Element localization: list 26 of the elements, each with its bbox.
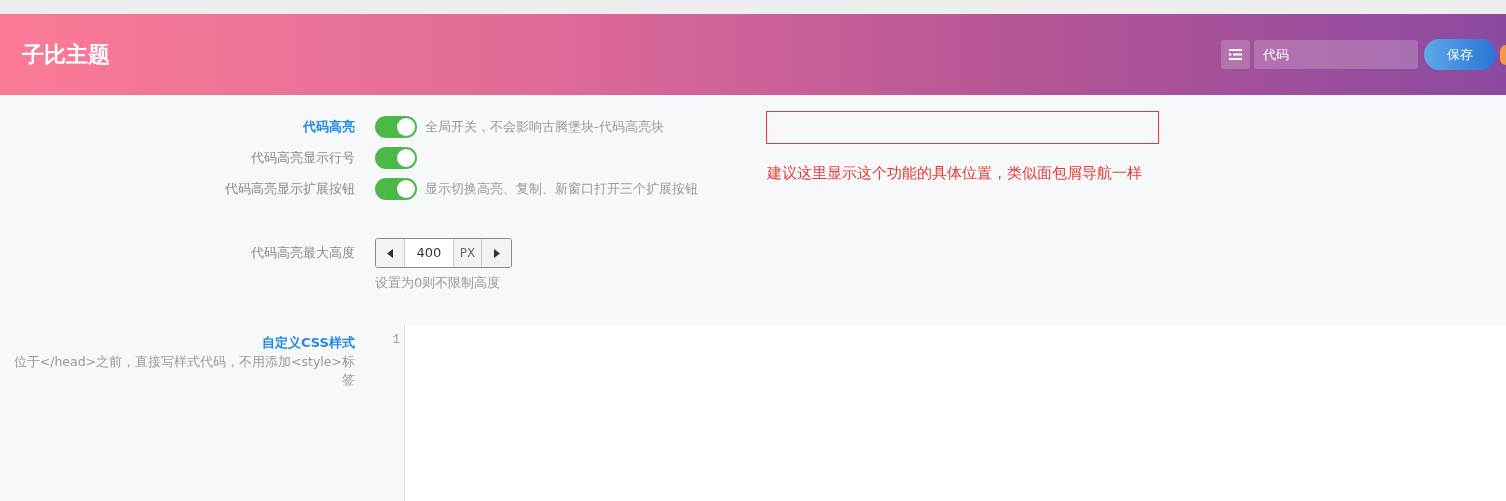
setting-description: 位于</head>之前，直接写样式代码，不用添加<style>标签 xyxy=(12,352,355,389)
toggle-switch[interactable] xyxy=(375,177,417,200)
setting-description: 显示切换高亮、复制、新窗口打开三个扩展按钮 xyxy=(425,179,698,198)
setting-label: 代码高亮显示行号 xyxy=(251,148,355,167)
toggle-switch[interactable] xyxy=(375,115,417,138)
setting-label: 代码高亮显示扩展按钮 xyxy=(225,179,355,198)
line-number: 1 xyxy=(392,331,400,349)
number-stepper[interactable]: 400 PX xyxy=(375,238,512,268)
decrement-button[interactable] xyxy=(376,239,405,267)
list-icon xyxy=(1229,49,1242,60)
setting-hint: 设置为0则不限制高度 xyxy=(375,274,502,292)
site-title: 子比主题 xyxy=(22,41,110,69)
unit-label: PX xyxy=(453,239,482,267)
setting-description: 全局开关，不会影响古腾堡块-代码高亮块 xyxy=(425,117,664,136)
menu-button[interactable] xyxy=(1221,40,1250,69)
save-button[interactable]: 保存 xyxy=(1424,39,1496,70)
number-input[interactable]: 400 xyxy=(405,239,453,267)
increment-button[interactable] xyxy=(482,239,511,267)
setting-label: 自定义CSS样式 xyxy=(262,333,355,352)
annotation-text: 建议这里显示这个功能的具体位置，类似面包屑导航一样 xyxy=(767,163,1142,184)
code-editor[interactable]: 1 xyxy=(385,324,1506,501)
setting-label: 代码高亮 xyxy=(303,117,355,136)
caret-left-icon xyxy=(387,248,393,258)
caret-right-icon xyxy=(493,248,500,258)
toggle-switch[interactable] xyxy=(375,146,417,169)
setting-label: 代码高亮最大高度 xyxy=(251,244,355,262)
